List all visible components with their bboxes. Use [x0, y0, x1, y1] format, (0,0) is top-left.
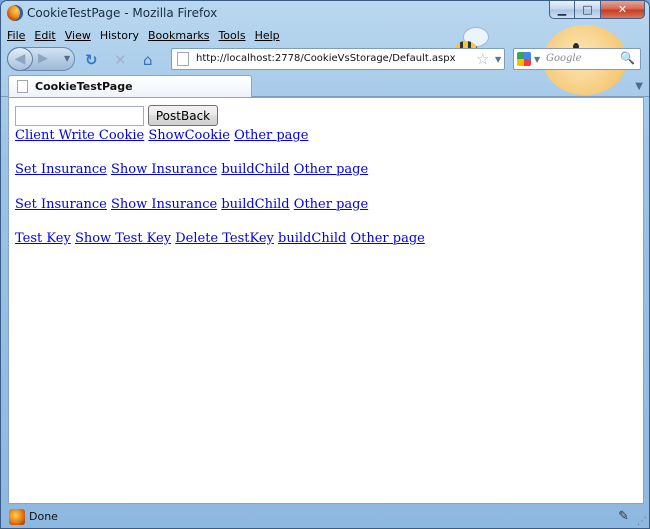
firefox-status-icon	[9, 509, 25, 525]
close-button[interactable]: ✕	[601, 1, 645, 19]
firefox-logo-icon	[7, 5, 23, 21]
menu-history[interactable]: History	[100, 27, 139, 45]
test-key-link[interactable]: Test Key	[15, 231, 71, 246]
link-row-insurance-1: Set Insurance Show Insurance buildChild …	[15, 162, 368, 177]
forward-button[interactable]: ▶	[38, 51, 48, 66]
menu-help[interactable]: Help	[255, 27, 280, 45]
browser-window: CookieTestPage - Mozilla Firefox ▁ □ ✕ F…	[0, 0, 650, 529]
other-page-link[interactable]: Other page	[234, 128, 308, 143]
link-row-insurance-2: Set Insurance Show Insurance buildChild …	[15, 197, 368, 212]
reload-icon[interactable]: ↻	[85, 51, 98, 69]
show-insurance-link[interactable]: Show Insurance	[111, 162, 217, 177]
link-row-cookie: Client Write Cookie ShowCookie Other pag…	[15, 128, 308, 143]
other-page-link[interactable]: Other page	[294, 162, 368, 177]
menu-edit[interactable]: Edit	[34, 27, 55, 45]
tab-strip: CookieTestPage ▼	[1, 73, 649, 97]
delete-test-key-link[interactable]: Delete TestKey	[175, 231, 274, 246]
status-bar: Done ✎ ⋰	[1, 504, 649, 528]
menu-view[interactable]: View	[65, 27, 91, 45]
tab-label: CookieTestPage	[35, 80, 133, 93]
addon-icon[interactable]: ✎	[618, 509, 629, 524]
minimize-button[interactable]: ▁	[549, 1, 575, 19]
show-cookie-link[interactable]: ShowCookie	[148, 128, 230, 143]
search-input[interactable]: Google	[546, 53, 582, 64]
back-button[interactable]: ◀	[7, 47, 33, 71]
url-dropdown-icon[interactable]: ▼	[495, 55, 501, 64]
search-bar[interactable]: ▼ Google 🔍	[513, 48, 641, 70]
google-icon[interactable]	[517, 52, 531, 66]
menu-tools[interactable]: Tools	[218, 27, 245, 45]
set-insurance-link[interactable]: Set Insurance	[15, 162, 107, 177]
menu-bookmarks[interactable]: Bookmarks	[148, 27, 209, 45]
tab-cookietestpage[interactable]: CookieTestPage	[8, 75, 252, 97]
menu-bar: File Edit View History Bookmarks Tools H…	[1, 27, 289, 45]
resize-grip-icon[interactable]: ⋰	[637, 516, 647, 527]
build-child-link[interactable]: buildChild	[221, 162, 289, 177]
set-insurance-link[interactable]: Set Insurance	[15, 197, 107, 212]
link-row-test-key: Test Key Show Test Key Delete TestKey bu…	[15, 231, 425, 246]
search-engine-dropdown-icon[interactable]: ▼	[534, 55, 540, 64]
caption-buttons: ▁ □ ✕	[549, 1, 645, 19]
stop-icon[interactable]: ✕	[114, 51, 127, 69]
bookmark-star-icon[interactable]: ☆	[476, 50, 489, 68]
search-icon[interactable]: 🔍	[620, 51, 635, 65]
page-icon	[17, 80, 28, 93]
back-arrow-icon: ◀	[14, 51, 26, 67]
history-dropdown-icon[interactable]: ▼	[64, 54, 70, 63]
page-content: PostBack Client Write Cookie ShowCookie …	[8, 97, 644, 504]
show-test-key-link[interactable]: Show Test Key	[75, 231, 171, 246]
text-input[interactable]	[15, 106, 144, 126]
tab-list-icon[interactable]: ▼	[635, 81, 643, 92]
menu-file[interactable]: File	[7, 27, 25, 45]
navigation-toolbar: ◀ ▶ ▼ ↻ ✕ ⌂ http://localhost:2778/Cookie…	[1, 45, 649, 73]
other-page-link[interactable]: Other page	[294, 197, 368, 212]
status-text: Done	[29, 510, 58, 523]
postback-button[interactable]: PostBack	[148, 105, 218, 126]
page-icon	[177, 52, 189, 66]
build-child-link[interactable]: buildChild	[278, 231, 346, 246]
other-page-link[interactable]: Other page	[350, 231, 424, 246]
show-insurance-link[interactable]: Show Insurance	[111, 197, 217, 212]
bee-wing-decoration	[463, 27, 489, 47]
back-forward-group: ◀ ▶ ▼	[7, 47, 75, 71]
window-title: CookieTestPage - Mozilla Firefox	[27, 6, 218, 20]
address-bar[interactable]: http://localhost:2778/CookieVsStorage/De…	[171, 48, 505, 70]
build-child-link[interactable]: buildChild	[221, 197, 289, 212]
title-bar: CookieTestPage - Mozilla Firefox ▁ □ ✕	[1, 1, 649, 25]
maximize-button[interactable]: □	[575, 1, 601, 19]
client-write-cookie-link[interactable]: Client Write Cookie	[15, 128, 144, 143]
home-icon[interactable]: ⌂	[143, 51, 153, 69]
url-text[interactable]: http://localhost:2778/CookieVsStorage/De…	[196, 53, 456, 64]
